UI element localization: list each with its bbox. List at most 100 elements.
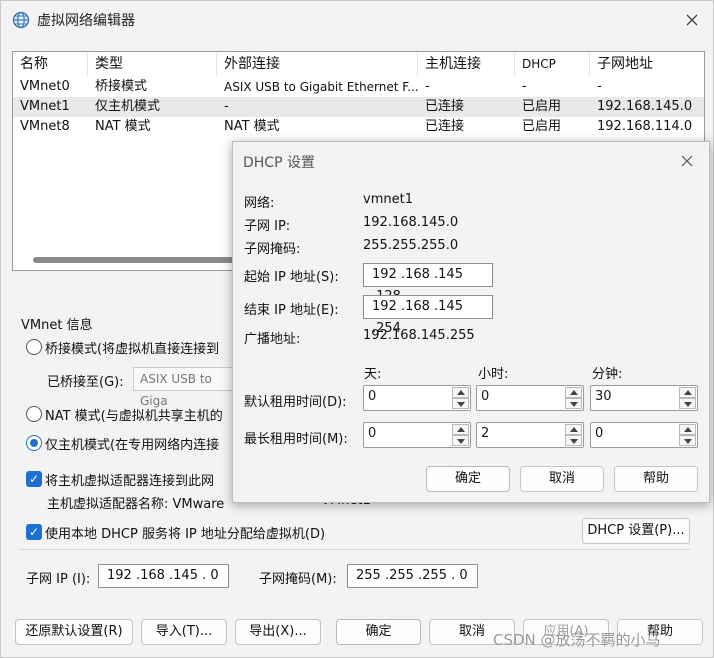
subnet-ip-field[interactable]: 192 .168 .145 . 0 [98,564,229,588]
adapter-name-label: 主机虚拟适配器名称: VMware [47,497,225,512]
column-header-external[interactable]: 外部连接 [217,52,418,76]
dhcp-service-label[interactable]: 使用本地 DHCP 服务将 IP 地址分配给虚拟机(D) [45,523,325,542]
dialog-cancel-button[interactable]: 取消 [520,466,604,492]
spinner-value[interactable]: 0 [368,426,376,441]
bridged-mode-label[interactable]: 桥接模式(将虚拟机直接连接到 [45,338,219,357]
max-lease-minutes-spinner[interactable]: 0 [590,422,698,448]
column-header-subnet[interactable]: 子网地址 [590,52,704,76]
cell-name: VMnet0 [20,79,70,94]
cell-host: 已连接 [425,119,465,134]
spin-down-icon[interactable] [679,398,696,409]
cell-dhcp: 已启用 [522,99,562,114]
subnet-ip-label: 子网 IP (I): [26,572,91,587]
subnet-mask-field[interactable]: 255 .255 .255 . 0 [347,564,478,588]
cell-external: NAT 模式 [224,119,280,134]
connect-adapter-label[interactable]: 将主机虚拟适配器连接到此网 [45,470,214,489]
days-label: 天: [364,367,382,382]
max-lease-label: 最长租用时间(M): [244,432,348,447]
network-label: 网络: [244,196,275,211]
title-bar: 虚拟网络编辑器 [1,1,713,39]
spin-down-icon[interactable] [452,435,469,446]
spin-down-icon[interactable] [679,435,696,446]
spin-up-icon[interactable] [452,424,469,435]
spin-down-icon[interactable] [565,398,582,409]
watermark: CSDN @放荡不羁的小马 [493,631,661,649]
broadcast-value: 192.168.145.255 [363,328,475,343]
window-title: 虚拟网络编辑器 [37,13,135,29]
subnet-ip-value: 192.168.145.0 [363,215,459,230]
cell-subnet: 192.168.145.0 [597,99,693,114]
cell-subnet: 192.168.114.0 [597,119,693,134]
restore-defaults-button[interactable]: 还原默认设置(R) [15,619,133,645]
close-icon[interactable] [679,153,695,169]
subnet-ip-label: 子网 IP: [244,219,291,234]
end-ip-label: 结束 IP 地址(E): [244,303,339,318]
export-button[interactable]: 导出(X)... [235,619,321,645]
cell-external: ASIX USB to Gigabit Ethernet F... [224,80,418,94]
spin-down-icon[interactable] [452,398,469,409]
cell-host: - [425,79,430,94]
bridged-to-select[interactable]: ASIX USB to Giga [133,367,233,408]
start-ip-field[interactable]: 192 .168 .145 .128 [363,263,493,304]
nat-mode-label[interactable]: NAT 模式(与虚拟机共享主机的 [45,405,223,424]
dialog-ok-button[interactable]: 确定 [426,466,510,492]
dialog-help-button[interactable]: 帮助 [614,466,698,492]
cell-name: VMnet1 [20,99,70,114]
cell-type: 仅主机模式 [95,99,161,114]
ok-button[interactable]: 确定 [336,619,421,645]
host-only-label[interactable]: 仅主机模式(在专用网络内连接 [45,434,219,453]
cell-type: 桥接模式 [95,79,148,94]
globe-network-icon [12,11,30,29]
default-lease-minutes-spinner[interactable]: 30 [590,385,698,411]
start-ip-label: 起始 IP 地址(S): [244,270,339,285]
column-header-type[interactable]: 类型 [88,52,217,76]
cell-host: 已连接 [425,99,465,114]
network-value: vmnet1 [363,192,413,207]
cell-name: VMnet8 [20,119,70,134]
bridged-mode-radio[interactable] [26,339,42,355]
vmnet-info-group-label: VMnet 信息 [21,318,93,333]
hours-label: 小时: [478,367,509,382]
default-lease-days-spinner[interactable]: 0 [363,385,471,411]
import-button[interactable]: 导入(T)... [141,619,227,645]
connect-adapter-checkbox[interactable]: ✓ [26,471,42,487]
end-ip-field[interactable]: 192 .168 .145 .254 [363,295,493,336]
cell-external: - [224,99,229,114]
spin-up-icon[interactable] [452,387,469,398]
max-lease-hours-spinner[interactable]: 2 [476,422,584,448]
bridged-to-label: 已桥接至(G): [47,375,124,390]
spinner-value[interactable]: 0 [595,426,603,441]
dhcp-settings-dialog: DHCP 设置 网络: vmnet1 子网 IP: 192.168.145.0 … [232,141,710,503]
cell-type: NAT 模式 [95,119,151,134]
cell-subnet: - [597,79,602,94]
divider [19,549,690,550]
dhcp-settings-button[interactable]: DHCP 设置(P)... [582,518,690,544]
subnet-mask-value: 255.255.255.0 [363,238,459,253]
spin-up-icon[interactable] [679,387,696,398]
dialog-title: DHCP 设置 [243,155,315,171]
horizontal-scrollbar[interactable] [33,257,243,263]
nat-mode-radio[interactable] [26,406,42,422]
column-header-name[interactable]: 名称 [13,52,88,76]
cell-dhcp: 已启用 [522,119,562,134]
spinner-value[interactable]: 0 [368,389,376,404]
spinner-value[interactable]: 30 [595,389,612,404]
spin-up-icon[interactable] [565,387,582,398]
default-lease-hours-spinner[interactable]: 0 [476,385,584,411]
subnet-mask-label: 子网掩码: [244,242,301,257]
broadcast-label: 广播地址: [244,332,301,347]
close-icon[interactable] [683,11,701,29]
spin-down-icon[interactable] [565,435,582,446]
subnet-mask-label: 子网掩码(M): [259,572,337,587]
spin-up-icon[interactable] [679,424,696,435]
column-header-dhcp[interactable]: DHCP [515,52,590,76]
default-lease-label: 默认租用时间(D): [244,395,347,410]
host-only-radio[interactable] [26,435,42,451]
spin-up-icon[interactable] [565,424,582,435]
column-header-host[interactable]: 主机连接 [418,52,515,76]
cell-dhcp: - [522,79,527,94]
spinner-value[interactable]: 2 [481,426,489,441]
dhcp-service-checkbox[interactable]: ✓ [26,524,42,540]
spinner-value[interactable]: 0 [481,389,489,404]
max-lease-days-spinner[interactable]: 0 [363,422,471,448]
